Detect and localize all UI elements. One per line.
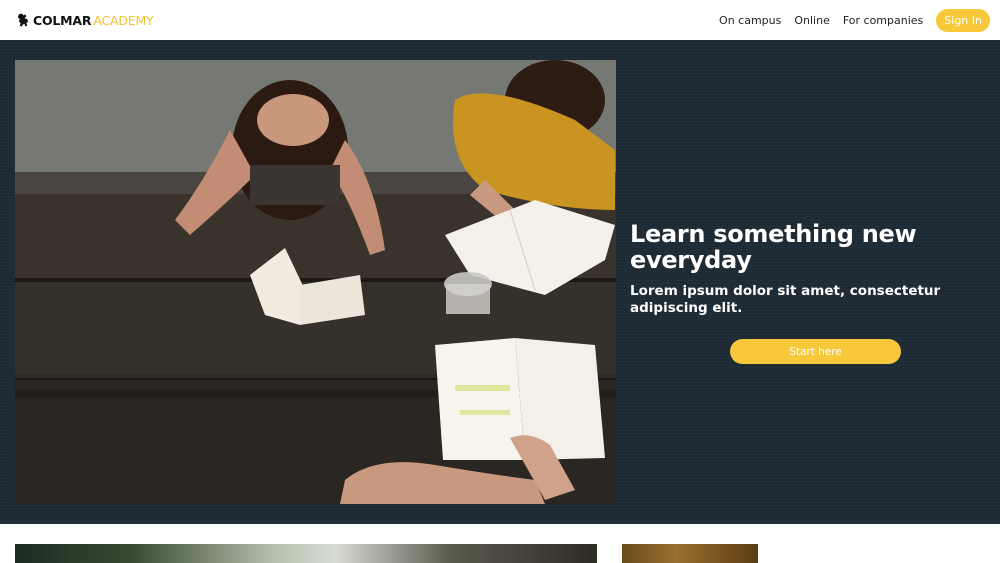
- nav-link-online[interactable]: Online: [794, 14, 829, 27]
- lion-icon: [17, 13, 29, 27]
- main-nav: On campus Online For companies Sign In: [719, 8, 990, 32]
- course-image-2[interactable]: [622, 544, 758, 563]
- hero-title: Learn something new everyday: [630, 220, 917, 274]
- hero-subtitle: Lorem ipsum dolor sit amet, consectetur …: [630, 283, 941, 316]
- logo-text-academy: ACADEMY: [93, 12, 154, 28]
- hero-photo-students-studying: [15, 60, 616, 504]
- start-here-button[interactable]: Start here: [730, 339, 901, 364]
- hero-section: Learn something new everyday Lorem ipsum…: [0, 40, 1000, 524]
- nav-link-on-campus[interactable]: On campus: [719, 14, 781, 27]
- hero-text-block: Learn something new everyday Lorem ipsum…: [630, 221, 1000, 317]
- nav-link-for-companies[interactable]: For companies: [843, 14, 923, 27]
- course-image-1[interactable]: [15, 544, 597, 563]
- sign-in-button[interactable]: Sign In: [936, 8, 990, 32]
- hero-photo-illustration: [15, 60, 616, 504]
- site-header: COLMAR ACADEMY On campus Online For comp…: [0, 0, 1000, 40]
- logo-text-colmar: COLMAR: [33, 12, 92, 28]
- logo[interactable]: COLMAR ACADEMY: [16, 0, 154, 40]
